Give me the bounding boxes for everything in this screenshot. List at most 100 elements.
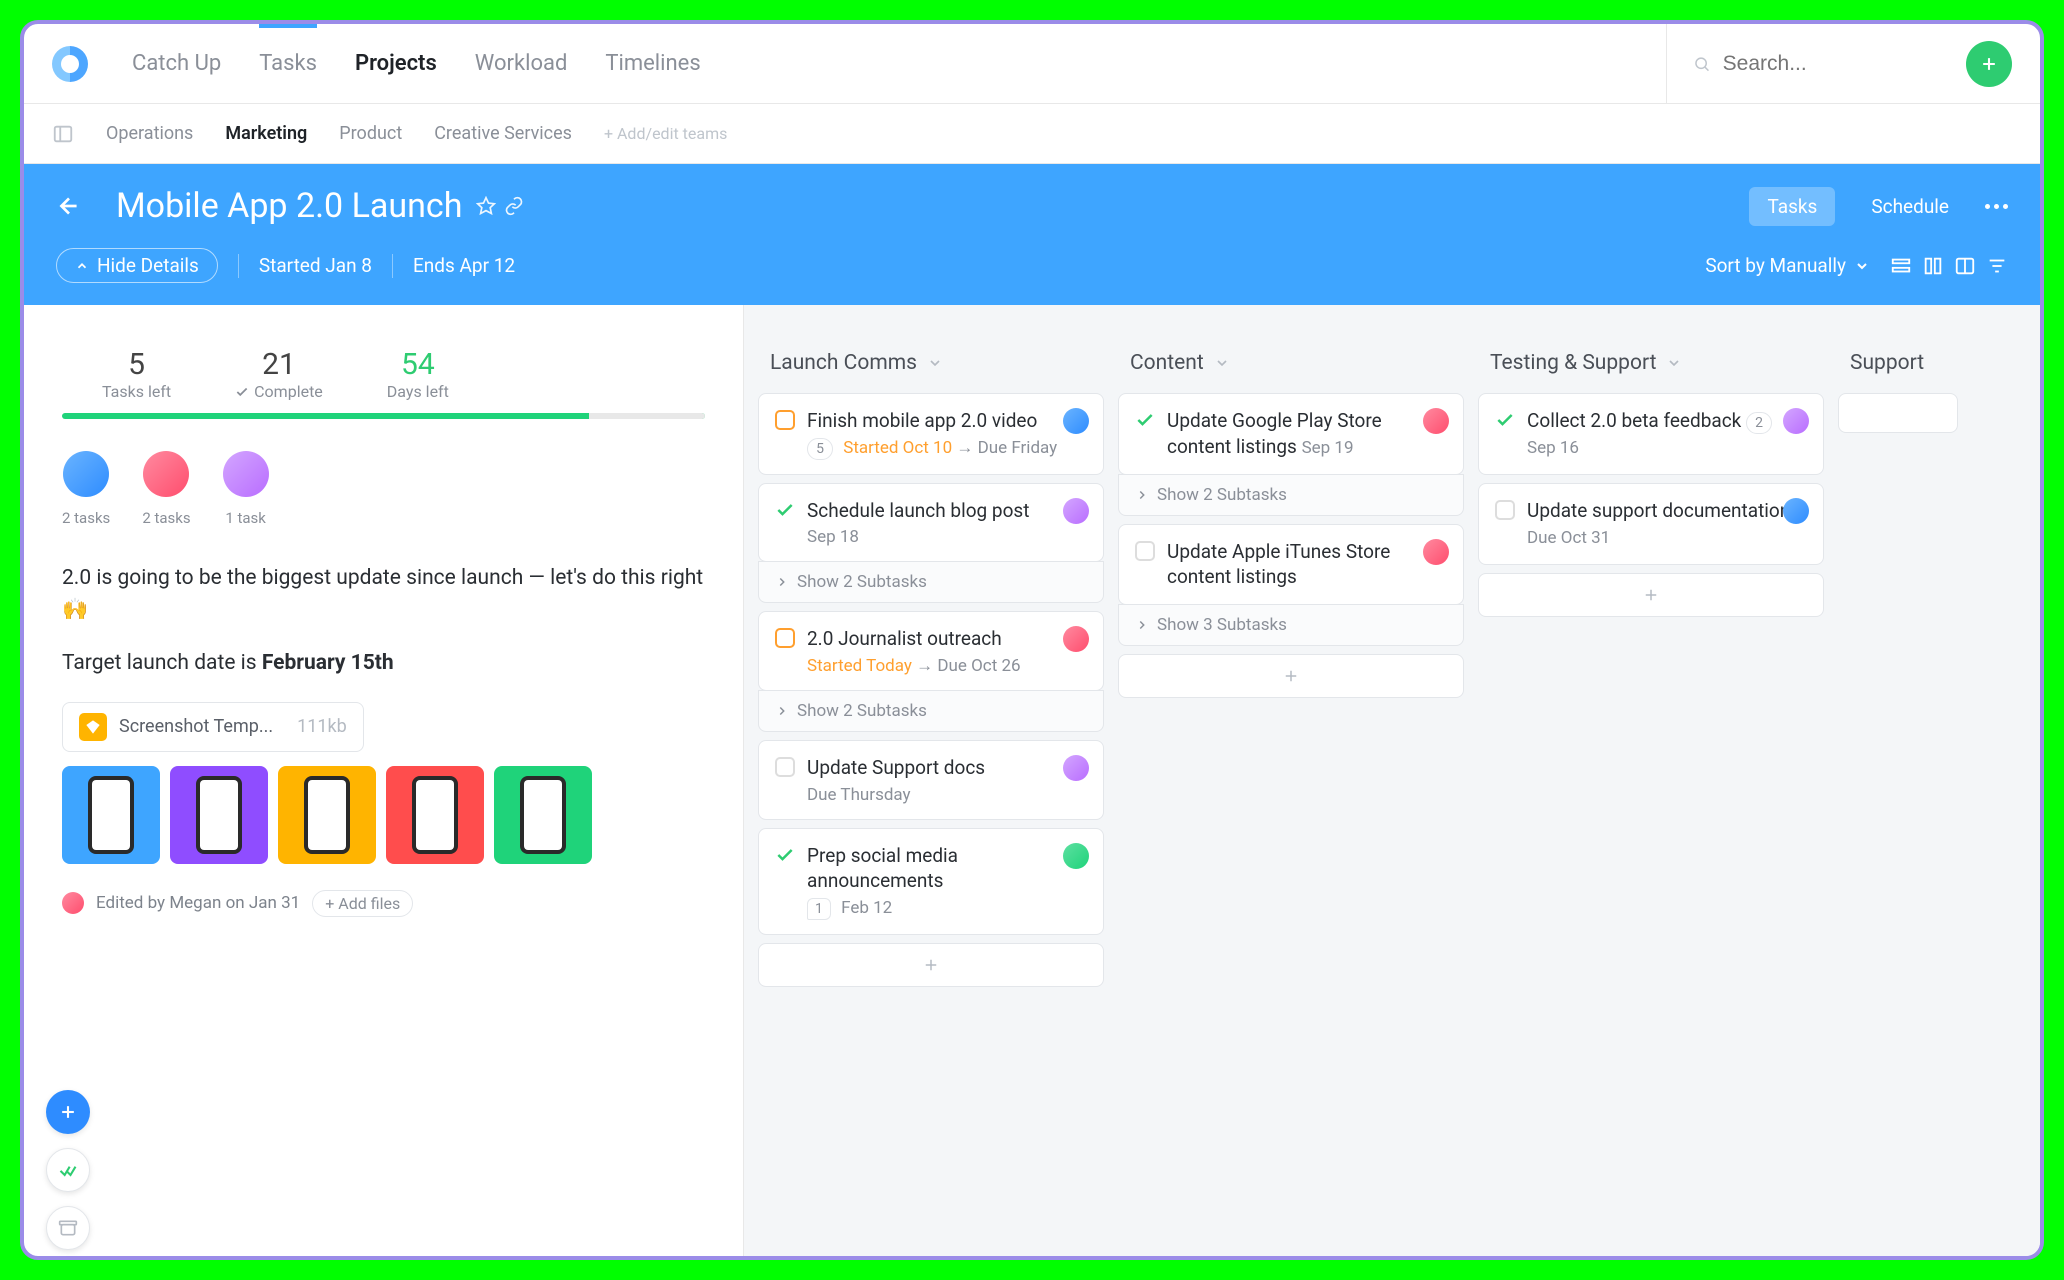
view-schedule[interactable]: Schedule <box>1853 187 1967 226</box>
team-nav: Operations Marketing Product Creative Se… <box>24 104 2040 164</box>
nav-tab-projects[interactable]: Projects <box>355 25 437 102</box>
due-date: Due Oct 26 <box>937 656 1020 676</box>
view-tasks[interactable]: Tasks <box>1749 187 1835 226</box>
column-header[interactable]: Launch Comms <box>758 345 1104 393</box>
nav-tab-catchup[interactable]: Catch Up <box>132 25 221 102</box>
team-marketing[interactable]: Marketing <box>225 123 307 144</box>
team-creative[interactable]: Creative Services <box>434 123 572 144</box>
sort-button[interactable]: Sort by Manually <box>1705 254 1870 277</box>
add-edit-teams[interactable]: + Add/edit teams <box>604 124 727 143</box>
column-header[interactable]: Testing & Support <box>1478 345 1824 393</box>
check-done-icon[interactable] <box>1495 410 1515 430</box>
team-operations[interactable]: Operations <box>106 123 193 144</box>
show-subtasks[interactable]: Show 2 Subtasks <box>758 690 1104 732</box>
thumbnail[interactable] <box>170 766 268 864</box>
link-icon[interactable] <box>504 196 524 216</box>
edited-row: Edited by Megan on Jan 31 + Add files <box>62 890 705 917</box>
add-card-button[interactable] <box>1478 573 1824 617</box>
checkbox-icon[interactable] <box>775 410 795 430</box>
sort-label: Sort by Manually <box>1705 254 1846 277</box>
task-card[interactable]: Collect 2.0 beta feedback 2 Sep 16 <box>1478 393 1824 475</box>
board-layout-icon[interactable] <box>1922 255 1944 277</box>
card-title: Update Apple iTunes Store content listin… <box>1167 539 1447 590</box>
task-card[interactable]: Update Google Play Store content listing… <box>1118 393 1464 475</box>
column-title: Support <box>1850 351 1924 375</box>
started-date: Started Today <box>807 656 912 676</box>
fab-archive[interactable] <box>46 1206 90 1250</box>
hide-details-button[interactable]: Hide Details <box>56 248 218 283</box>
task-card[interactable]: Schedule launch blog post Sep 18 <box>758 483 1104 563</box>
project-header: Mobile App 2.0 Launch Tasks Schedule Hid… <box>24 164 2040 305</box>
attachment-chip[interactable]: Screenshot Temp... 111kb <box>62 702 364 752</box>
checkbox-icon[interactable] <box>1135 541 1155 561</box>
count-pill: 2 <box>1746 412 1772 434</box>
split-layout-icon[interactable] <box>1954 255 1976 277</box>
back-button[interactable] <box>56 193 82 219</box>
chevron-right-icon <box>1135 618 1149 632</box>
check-done-icon[interactable] <box>775 500 795 520</box>
task-card[interactable]: Finish mobile app 2.0 video 5 Started Oc… <box>758 393 1104 475</box>
add-card-button[interactable] <box>758 943 1104 987</box>
phone-mock-icon <box>520 776 566 854</box>
thumbnail[interactable] <box>62 766 160 864</box>
column-header[interactable]: Support <box>1838 345 1958 393</box>
check-done-icon[interactable] <box>775 845 795 865</box>
checkbox-icon[interactable] <box>775 628 795 648</box>
nav-tab-tasks[interactable]: Tasks <box>259 25 317 102</box>
fab-done[interactable] <box>46 1148 90 1192</box>
checkbox-icon[interactable] <box>775 757 795 777</box>
add-button[interactable] <box>1966 41 2012 87</box>
stats: 5 Tasks left 21 Complete 54 Days left <box>102 347 705 401</box>
nav-tab-workload[interactable]: Workload <box>475 25 568 102</box>
card-meta: 1 Feb 12 <box>807 898 1087 920</box>
task-card[interactable]: Update Apple iTunes Store content listin… <box>1118 524 1464 605</box>
phone-mock-icon <box>412 776 458 854</box>
top-nav: Catch Up Tasks Projects Workload Timelin… <box>24 24 2040 104</box>
team-product[interactable]: Product <box>339 123 402 144</box>
subtasks-label: Show 3 Subtasks <box>1157 615 1287 635</box>
star-icon[interactable] <box>476 196 496 216</box>
filter-icon[interactable] <box>1986 255 2008 277</box>
avatar <box>1063 498 1089 524</box>
task-card[interactable]: Update support documentation Due Oct 31 <box>1478 483 1824 565</box>
add-files-button[interactable]: + Add files <box>312 890 413 917</box>
add-card-button[interactable] <box>1118 654 1464 698</box>
app-logo[interactable] <box>52 46 88 82</box>
body: 5 Tasks left 21 Complete 54 Days left 2 … <box>24 305 2040 1256</box>
column-header[interactable]: Content <box>1118 345 1464 393</box>
task-card[interactable]: 2.0 Journalist outreach Started Today → … <box>758 611 1104 691</box>
archive-icon <box>58 1218 78 1238</box>
thumbnail[interactable] <box>278 766 376 864</box>
card-date: Sep 19 <box>1302 438 1354 458</box>
list-layout-icon[interactable] <box>1890 255 1912 277</box>
project-title: Mobile App 2.0 Launch <box>116 186 462 226</box>
nav-tab-timelines[interactable]: Timelines <box>605 25 700 102</box>
fab-add[interactable] <box>46 1090 90 1134</box>
chevron-down-icon <box>1666 355 1682 371</box>
show-subtasks[interactable]: Show 2 Subtasks <box>1118 474 1464 516</box>
checkbox-icon[interactable] <box>1495 500 1515 520</box>
description-line1: 2.0 is going to be the biggest update si… <box>62 563 705 626</box>
search-input[interactable] <box>1723 52 1946 76</box>
plus-icon <box>1642 586 1660 604</box>
task-card[interactable]: Prep social media announcements 1 Feb 12 <box>758 828 1104 935</box>
thumbnail[interactable] <box>494 766 592 864</box>
assignee[interactable]: 2 tasks <box>142 451 190 527</box>
assignee[interactable]: 2 tasks <box>62 451 110 527</box>
card-date: Due Oct 31 <box>1527 528 1610 548</box>
panel-toggle-icon[interactable] <box>52 123 74 145</box>
show-subtasks[interactable]: Show 2 Subtasks <box>758 561 1104 603</box>
task-card[interactable]: Update Support docs Due Thursday <box>758 740 1104 820</box>
avatar <box>1423 539 1449 565</box>
stat-num: 5 <box>102 347 171 382</box>
assignee[interactable]: 1 task <box>223 451 269 527</box>
more-menu[interactable] <box>1985 204 2008 209</box>
task-card[interactable] <box>1838 393 1958 433</box>
thumbnail[interactable] <box>386 766 484 864</box>
check-done-icon[interactable] <box>1135 410 1155 430</box>
card-meta: Started Today → Due Oct 26 <box>807 656 1021 676</box>
stat-label: Tasks left <box>102 382 171 401</box>
chevron-right-icon <box>775 704 789 718</box>
avatar <box>1063 755 1089 781</box>
show-subtasks[interactable]: Show 3 Subtasks <box>1118 604 1464 646</box>
